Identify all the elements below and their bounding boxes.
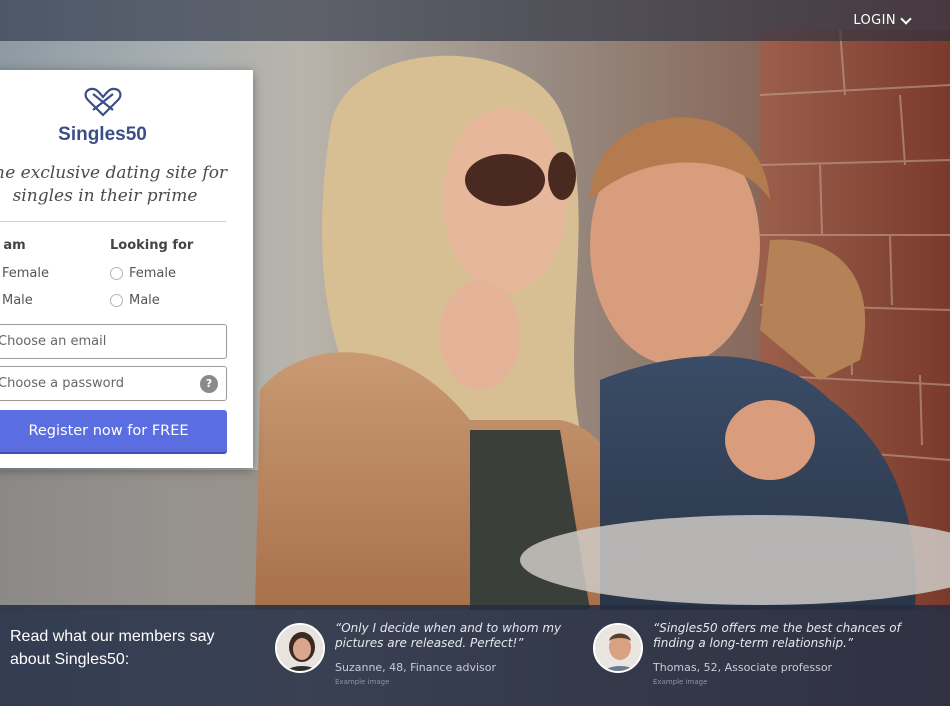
testimonial-strip: Read what our members say about Singles5…: [0, 605, 950, 706]
avatar: [275, 623, 325, 673]
login-menu[interactable]: LOGIN: [853, 12, 912, 28]
password-placeholder: Choose a password: [0, 376, 124, 391]
testimonial-quote: “Singles50 offers me the best chances of…: [653, 621, 901, 650]
divider: [0, 221, 226, 222]
registration-card: Singles50 The exclusive dating site for …: [0, 70, 253, 468]
email-field[interactable]: Choose an email: [0, 324, 227, 359]
testimonials-title: Read what our members say about Singles5…: [10, 628, 215, 668]
radio-icon[interactable]: [110, 294, 123, 307]
tagline-line-1: The exclusive dating site for: [0, 163, 228, 183]
top-bar: LOGIN: [0, 0, 950, 41]
i-am-heading: I am: [0, 238, 26, 253]
avatar-man-image: [595, 625, 641, 671]
tagline-line-2: singles in their prime: [12, 186, 198, 206]
looking-for-female-option[interactable]: Female: [110, 266, 176, 281]
login-label[interactable]: LOGIN: [853, 13, 896, 28]
password-field[interactable]: Choose a password ?: [0, 366, 227, 401]
testimonial-author: Thomas, 52, Associate professor: [653, 661, 833, 674]
example-image-note: Example image: [653, 678, 708, 686]
radio-icon[interactable]: [110, 267, 123, 280]
avatar: [593, 623, 643, 673]
brand-name: Singles50: [58, 124, 147, 145]
tagline: The exclusive dating site for singles in…: [0, 162, 230, 208]
testimonial-author: Suzanne, 48, Finance advisor: [335, 661, 497, 674]
i-am-male-option[interactable]: Male: [0, 293, 33, 308]
register-button[interactable]: Register now for FREE: [0, 410, 227, 452]
looking-for-heading: Looking for: [110, 238, 194, 253]
example-image-note: Example image: [335, 678, 390, 686]
heart-logo-icon: [84, 87, 122, 117]
i-am-male-label: Male: [2, 293, 33, 308]
avatar-woman-image: [277, 625, 323, 671]
looking-for-female-label: Female: [129, 266, 177, 281]
looking-for-male-option[interactable]: Male: [110, 293, 160, 308]
i-am-female-option[interactable]: Female: [0, 266, 49, 281]
chevron-down-icon[interactable]: [900, 12, 912, 25]
email-placeholder: Choose an email: [0, 334, 107, 349]
looking-for-male-label: Male: [129, 293, 160, 308]
i-am-female-label: Female: [2, 266, 50, 281]
testimonial-quote: “Only I decide when and to whom my pictu…: [335, 621, 562, 650]
help-icon[interactable]: ?: [200, 375, 218, 393]
